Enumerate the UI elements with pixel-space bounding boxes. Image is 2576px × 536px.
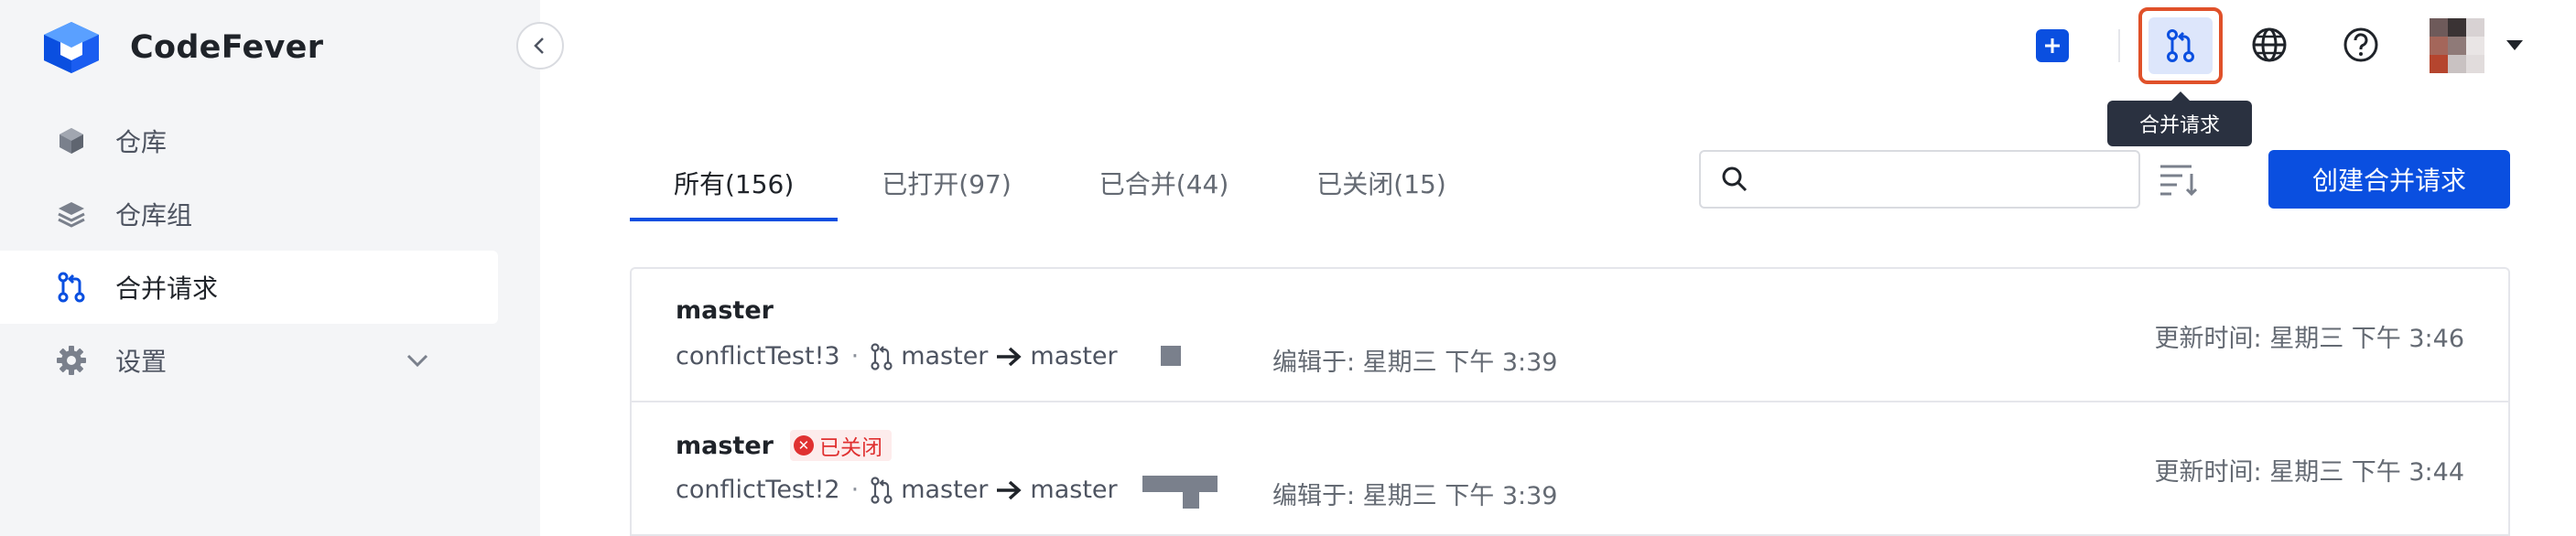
merge-request-ref[interactable]: conflictTest!2 [676,476,840,504]
sidebar: CodeFever 仓库 仓库组 合并请求 设置 [0,0,540,536]
author-avatar [1161,346,1181,366]
tab-open[interactable]: 已打开(97) [838,152,1055,221]
merge-request-title[interactable]: master [676,432,774,460]
source-branch: master [901,476,989,504]
language-button[interactable] [2243,18,2296,71]
merge-request-ref[interactable]: conflictTest!3 [676,342,840,370]
merge-request-list: master conflictTest!3 · master master 编辑… [630,267,2510,536]
chevron-down-icon[interactable] [401,344,434,377]
close-circle-icon: ✕ [793,435,814,456]
status-label: 已关闭 [818,436,882,460]
avatar-pixel [2430,55,2448,73]
sidebar-item-merge-requests[interactable]: 合并请求 [0,251,498,324]
logo[interactable]: CodeFever [40,18,323,77]
separator-dot: · [850,342,860,370]
avatar-pixel [2448,18,2466,37]
status-badge: ✕ 已关闭 [789,430,892,461]
help-button[interactable] [2334,18,2387,71]
caret-down-icon[interactable] [2506,40,2523,50]
updated-time: 更新时间: 星期三 下午 3:46 [2154,325,2464,353]
tab-merged[interactable]: 已合并(44) [1055,152,1272,221]
sidebar-item-repository-groups[interactable]: 仓库组 [0,177,540,251]
arrow-right-icon [997,347,1023,366]
search-input[interactable] [1763,166,2129,193]
avatar-pixel [2430,37,2448,55]
cube-icon [55,124,88,157]
avatar-pixel [2466,55,2484,73]
updated-time: 更新时间: 星期三 下午 3:44 [2154,458,2464,487]
avatar[interactable] [2430,18,2484,73]
avatar-pixel [2466,18,2484,37]
merge-requests-header-button[interactable] [2138,7,2223,84]
sidebar-item-repositories[interactable]: 仓库 [0,104,540,177]
sidebar-item-label: 合并请求 [115,273,219,304]
search-box[interactable] [1699,150,2140,209]
merge-request-icon [871,342,893,370]
tab-closed[interactable]: 已关闭(15) [1272,152,1489,221]
sidebar-item-label: 仓库 [115,127,168,157]
merge-request-icon [55,271,88,304]
separator-dot: · [850,476,860,504]
chevron-left-icon [534,38,544,54]
target-branch: master [1030,476,1118,504]
avatar-pixel [2448,37,2466,55]
create-new-button[interactable] [2036,29,2069,62]
codefever-logo-icon [44,22,99,73]
create-merge-request-button[interactable]: 创建合并请求 [2268,150,2510,209]
collapse-sidebar-button[interactable] [516,22,564,70]
merge-request-tabs: 所有(156) 已打开(97) 已合并(44) 已关闭(15) [630,152,1490,221]
target-branch: master [1030,342,1118,370]
plus-icon [2045,38,2060,53]
merge-request-icon [871,476,893,504]
tab-all[interactable]: 所有(156) [630,152,839,221]
avatar-pixel [2430,18,2448,37]
avatar-pixel [2448,55,2466,73]
sort-icon[interactable] [2159,161,2197,198]
arrow-right-icon [997,480,1023,499]
header-divider [2118,29,2120,62]
merge-request-icon [2167,29,2194,62]
merge-request-row[interactable]: master conflictTest!3 · master master 编辑… [632,269,2508,402]
edited-time: 编辑于: 星期三 下午 3:39 [1272,482,1558,510]
edited-time: 编辑于: 星期三 下午 3:39 [1272,348,1558,377]
tooltip: 合并请求 [2107,91,2252,146]
avatar-pixel [2466,37,2484,55]
app-name: CodeFever [130,29,324,66]
help-icon [2343,27,2378,62]
sidebar-item-label: 仓库组 [115,200,193,230]
merge-request-title[interactable]: master [676,296,774,325]
search-icon [1722,166,1748,192]
merge-request-row[interactable]: master ✕ 已关闭 conflictTest!2 · master mas… [632,402,2508,536]
layers-icon [55,198,88,230]
source-branch: master [901,342,989,370]
sidebar-item-label: 设置 [115,347,168,377]
author-avatar [1142,476,1218,509]
sidebar-nav: 仓库 仓库组 合并请求 设置 [0,104,540,397]
globe-icon [2252,27,2287,62]
sidebar-item-settings[interactable]: 设置 [0,324,540,397]
gear-icon [55,344,88,377]
